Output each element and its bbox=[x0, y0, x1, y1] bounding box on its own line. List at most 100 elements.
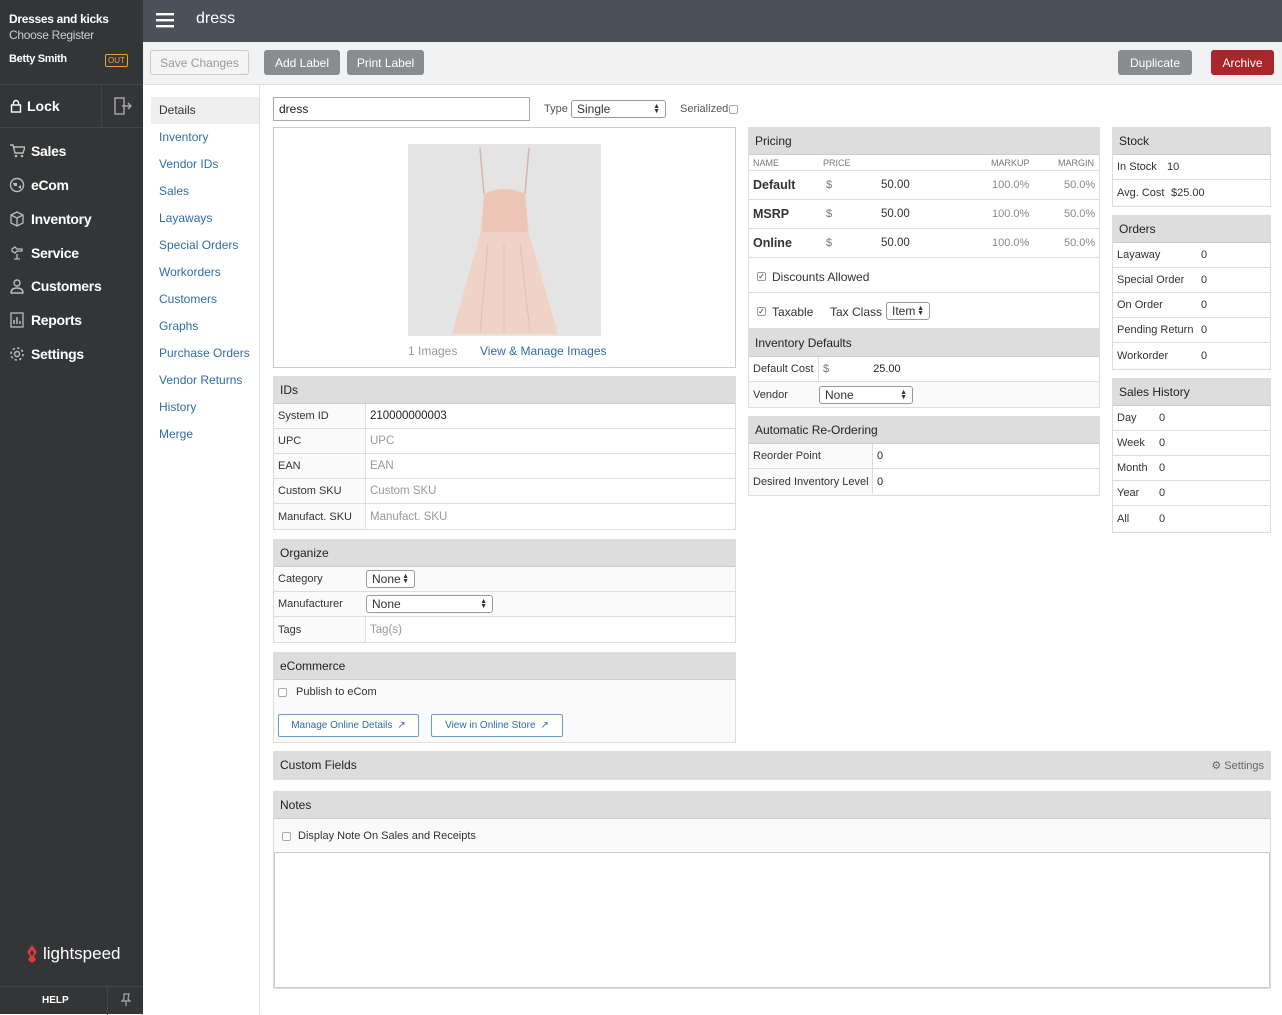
desired-level-label: Desired Inventory Level bbox=[749, 469, 873, 494]
logout-icon bbox=[114, 97, 132, 115]
sales-history-header: Sales History bbox=[1113, 379, 1270, 406]
serialized-checkbox[interactable] bbox=[729, 105, 738, 114]
view-online-store-label: View in Online Store bbox=[445, 720, 536, 731]
add-label-button[interactable]: Add Label bbox=[264, 50, 340, 75]
discounts-checkbox[interactable]: ✓ bbox=[757, 272, 766, 281]
lock-label: Lock bbox=[27, 98, 60, 114]
stock-header: Stock bbox=[1113, 128, 1270, 155]
subnav-merge[interactable]: Merge bbox=[151, 421, 259, 448]
col-price: PRICE bbox=[823, 158, 851, 168]
tax-class-select[interactable]: Item ▲ ▼ bbox=[886, 302, 930, 320]
price-input[interactable]: 50.00 bbox=[881, 179, 910, 191]
wrench-icon bbox=[9, 245, 25, 264]
subnav-sales[interactable]: Sales bbox=[151, 178, 259, 205]
view-online-store-button[interactable]: View in Online Store ↗ bbox=[431, 714, 563, 737]
subnav-special-orders[interactable]: Special Orders bbox=[151, 232, 259, 259]
margin-input[interactable]: 50.0% bbox=[1064, 208, 1095, 220]
subnav-workorders[interactable]: Workorders bbox=[151, 259, 259, 286]
menu-toggle[interactable] bbox=[156, 12, 174, 31]
price-input[interactable]: 50.00 bbox=[881, 237, 910, 249]
sidebar-item-settings[interactable]: Settings bbox=[0, 337, 143, 371]
sales-history-row: Month 0 bbox=[1113, 456, 1270, 481]
markup-input[interactable]: 100.0% bbox=[992, 237, 1029, 249]
organize-section: Organize Category None ▲ ▼ Manufacturer No… bbox=[273, 539, 736, 643]
sidebar-item-inventory[interactable]: Inventory bbox=[0, 202, 143, 236]
subnav-purchase-orders[interactable]: Purchase Orders bbox=[151, 340, 259, 367]
row-label: Month bbox=[1117, 462, 1148, 474]
display-note-checkbox[interactable] bbox=[282, 832, 291, 841]
custom-fields-header: Custom Fields bbox=[274, 752, 1270, 779]
notes-textarea[interactable] bbox=[274, 852, 1270, 988]
price-name: Online bbox=[753, 236, 792, 250]
shop-name[interactable]: Dresses and kicks bbox=[9, 12, 109, 26]
item-subnav: Details Inventory Vendor IDs Sales Layaways S… bbox=[151, 97, 259, 448]
margin-input[interactable]: 50.0% bbox=[1064, 179, 1095, 191]
subnav-vendor-ids[interactable]: Vendor IDs bbox=[151, 151, 259, 178]
reorder-header: Automatic Re-Ordering bbox=[749, 417, 1099, 444]
choose-register-link[interactable]: Choose Register bbox=[9, 28, 94, 42]
item-name-input[interactable]: dress bbox=[273, 97, 530, 121]
print-label-button[interactable]: Print Label bbox=[347, 50, 424, 75]
currency-symbol: $ bbox=[823, 363, 830, 375]
id-label: Manufact. SKU bbox=[274, 504, 366, 529]
product-image[interactable] bbox=[408, 144, 601, 336]
subnav-customers[interactable]: Customers bbox=[151, 286, 259, 313]
margin-input[interactable]: 50.0% bbox=[1064, 237, 1095, 249]
row-label: On Order bbox=[1117, 299, 1163, 311]
subnav-layaways[interactable]: Layaways bbox=[151, 205, 259, 232]
taxable-checkbox[interactable]: ✓ bbox=[757, 307, 766, 316]
save-changes-button[interactable]: Save Changes bbox=[150, 50, 249, 75]
reorder-point-label: Reorder Point bbox=[749, 444, 873, 468]
type-select[interactable]: Single ▲ ▼ bbox=[571, 100, 666, 118]
id-input[interactable]: EAN bbox=[366, 460, 735, 472]
clock-status-badge[interactable]: OUT bbox=[105, 54, 128, 67]
help-button[interactable]: HELP bbox=[42, 995, 69, 1006]
sidebar-item-sales[interactable]: Sales bbox=[0, 134, 143, 168]
user-name[interactable]: Betty Smith bbox=[9, 53, 67, 65]
sidebar-item-customers[interactable]: Customers bbox=[0, 269, 143, 303]
id-input[interactable]: UPC bbox=[366, 435, 735, 447]
subnav-details[interactable]: Details bbox=[151, 97, 259, 124]
subnav-graphs[interactable]: Graphs bbox=[151, 313, 259, 340]
ecommerce-section: eCommerce Publish to eCom Manage Online … bbox=[273, 652, 736, 743]
orders-row: Special Order 0 bbox=[1113, 268, 1270, 293]
tags-input[interactable]: Tag(s) bbox=[366, 624, 735, 636]
custom-fields-settings-link[interactable]: ⚙ Settings bbox=[1211, 759, 1264, 773]
logout-button[interactable] bbox=[114, 97, 132, 118]
sidebar-item-ecom[interactable]: eCom bbox=[0, 168, 143, 202]
markup-input[interactable]: 100.0% bbox=[992, 179, 1029, 191]
price-input[interactable]: 50.00 bbox=[881, 208, 910, 220]
sidebar-item-service[interactable]: Service bbox=[0, 236, 143, 270]
view-manage-images-link[interactable]: View & Manage Images bbox=[480, 344, 607, 358]
orders-row: Pending Return 0 bbox=[1113, 318, 1270, 343]
manage-online-details-button[interactable]: Manage Online Details ↗ bbox=[278, 714, 419, 737]
markup-input[interactable]: 100.0% bbox=[992, 208, 1029, 220]
id-input[interactable]: Manufact. SKU bbox=[366, 511, 735, 523]
sidebar-item-label: eCom bbox=[31, 177, 69, 193]
default-cost-input[interactable]: 25.00 bbox=[829, 363, 901, 375]
publish-ecom-checkbox[interactable] bbox=[278, 688, 287, 697]
vendor-value: None bbox=[825, 387, 854, 402]
currency-symbol: $ bbox=[826, 179, 833, 191]
row-value: 0 bbox=[1201, 324, 1208, 336]
desired-level-input[interactable]: 0 bbox=[873, 476, 883, 488]
subnav-history[interactable]: History bbox=[151, 394, 259, 421]
vendor-select[interactable]: None ▲ ▼ bbox=[819, 385, 913, 404]
row-value: 0 bbox=[1159, 412, 1166, 424]
duplicate-button[interactable]: Duplicate bbox=[1118, 50, 1192, 75]
reorder-point-input[interactable]: 0 bbox=[873, 450, 883, 462]
archive-button[interactable]: Archive bbox=[1211, 50, 1274, 75]
vendor-label: Vendor bbox=[753, 388, 788, 401]
category-value: None bbox=[372, 572, 401, 586]
price-name: Default bbox=[753, 178, 796, 192]
lock-button[interactable]: Lock bbox=[10, 98, 60, 114]
category-select[interactable]: None ▲ ▼ bbox=[366, 570, 415, 588]
pin-button[interactable] bbox=[120, 993, 132, 1010]
price-row: Default $50.00 100.0% 50.0% bbox=[749, 171, 1099, 200]
id-input[interactable]: Custom SKU bbox=[366, 485, 735, 497]
subnav-vendor-returns[interactable]: Vendor Returns bbox=[151, 367, 259, 394]
manufacturer-select[interactable]: None ▲ ▼ bbox=[366, 595, 493, 613]
ids-section: IDs System ID 210000000003 UPC UPC EAN EAN Cus… bbox=[273, 376, 736, 530]
sidebar-item-reports[interactable]: Reports bbox=[0, 303, 143, 337]
subnav-inventory[interactable]: Inventory bbox=[151, 124, 259, 151]
